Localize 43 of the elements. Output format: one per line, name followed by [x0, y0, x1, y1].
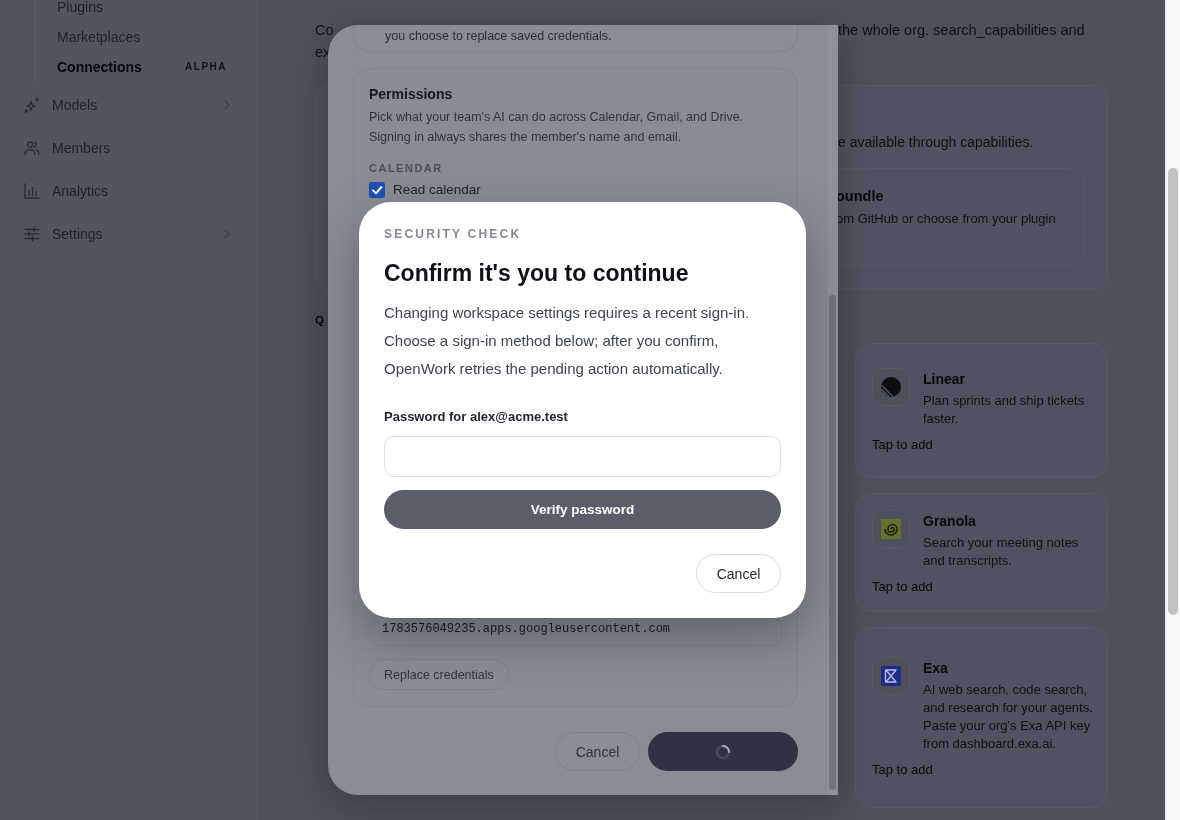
spiral-icon — [872, 509, 910, 548]
sliders-icon — [24, 226, 40, 242]
nav-link[interactable]: Connections ALPHA — [57, 58, 227, 76]
connector-card[interactable]: Granola Search your meeting notes and transcripts. Tap to add — [855, 493, 1108, 612]
connector-description: Plan sprints and ship tickets faster. — [923, 391, 1086, 428]
checkbox[interactable] — [369, 182, 385, 198]
connector-card[interactable]: Linear Plan sprints and ship tickets faster. Tap to add — [855, 343, 1108, 478]
connector-description: AI web search, code search, and research for your agents. Paste your org's Exa API key from dashboard.exa.ai. — [923, 680, 1094, 753]
field-label: Password for alex@acme.test — [384, 408, 569, 426]
people-icon — [24, 140, 40, 156]
scrollbar[interactable] — [826, 25, 838, 795]
group-label: CALENDAR — [369, 161, 443, 175]
dialog-title: Confirm it's you to continue — [384, 259, 690, 288]
replace-credentials-button[interactable]: Replace credentials — [369, 659, 509, 690]
eyebrow-label: SECURITY CHECK — [384, 227, 523, 241]
sparkle-icon — [24, 97, 40, 113]
checkbox-label: Read calendar — [393, 181, 481, 199]
description-text: the whole org. search_capabilities and — [838, 21, 1085, 40]
add-hint-text: Tap to add — [872, 577, 934, 596]
password-field[interactable] — [384, 436, 781, 477]
description-text: Co — [315, 21, 334, 40]
client-id-field[interactable]: 1783576049235.apps.googleusercontent.com — [369, 618, 782, 646]
hourglass-icon — [872, 656, 910, 695]
dialog-message: Changing workspace settings requires a recent sign-in. Choose a sign-in method below; after you confirm, OpenWork retries the pending action automatically. — [384, 303, 751, 379]
option-title: oundle — [836, 187, 885, 206]
connector-title: Granola — [923, 511, 977, 530]
note-text: you choose to replace saved credentials. — [385, 28, 613, 44]
connector-card[interactable]: Exa AI web search, code search, and research for your agents. Paste your org's Exa API key from dashboard.exa.ai. Tap to add — [855, 627, 1108, 808]
bar-chart-icon — [24, 183, 40, 199]
cancel-button[interactable]: Cancel — [696, 554, 781, 593]
connector-description: Search your meeting notes and transcripts. — [923, 533, 1080, 570]
description-text: e available through capabilities. — [838, 133, 1035, 152]
spinner-icon — [715, 743, 731, 760]
stage-label: ALPHA — [185, 61, 227, 73]
connector-title: Exa — [923, 658, 949, 677]
connector-title: Linear — [923, 369, 966, 388]
section-label: Q — [315, 313, 326, 327]
add-hint-text: Tap to add — [872, 435, 934, 454]
cancel-button[interactable]: Cancel — [555, 732, 640, 771]
description-text: Pick what your team's AI can do across Calendar, Gmail, and Drive. Signing in always shares the member's name and email. — [369, 109, 744, 146]
submit-button[interactable] — [648, 732, 798, 771]
add-hint-text: Tap to add — [872, 760, 934, 779]
section-title: Permissions — [369, 85, 453, 103]
